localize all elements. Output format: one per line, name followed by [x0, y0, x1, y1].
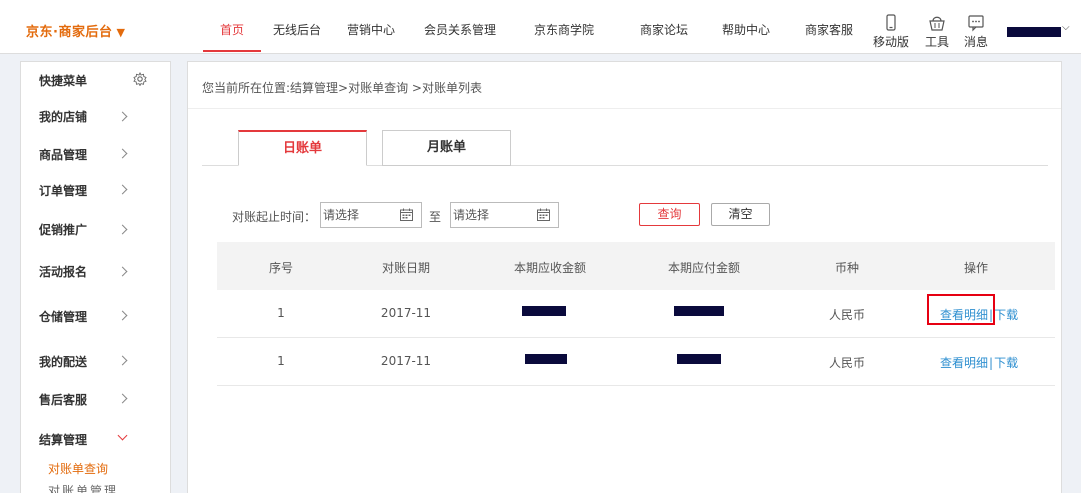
tab-daily-statement[interactable]: 日账单 — [238, 130, 367, 166]
basket-icon — [929, 16, 945, 31]
query-button[interactable]: 查询 — [639, 203, 700, 226]
cell-date: 2017-11 — [380, 306, 432, 320]
cell-actions: 查看明细|下载 — [940, 354, 1018, 371]
nav-service[interactable]: 商家客服 — [805, 21, 853, 38]
end-date-input[interactable]: 请选择 — [450, 202, 559, 228]
nav-member[interactable]: 会员关系管理 — [424, 21, 496, 38]
view-detail-link[interactable]: 查看明细 — [940, 356, 988, 370]
mobile-icon — [886, 14, 896, 31]
highlight-annotation — [927, 294, 995, 325]
table-header: 序号 对账日期 本期应收金额 本期应付金额 币种 操作 — [217, 242, 1055, 290]
tool-tools-label: 工具 — [924, 35, 949, 49]
cell-payable-redacted — [674, 306, 724, 316]
end-date-placeholder: 请选择 — [453, 208, 490, 222]
nav-forum[interactable]: 商家论坛 — [640, 21, 688, 38]
col-receivable: 本期应收金额 — [513, 261, 587, 275]
sidebar-subitem-statement-query[interactable]: 对账单查询 — [48, 460, 108, 477]
gear-icon[interactable] — [133, 72, 147, 86]
top-bar: 京东·商家后台 ▼ 首页 无线后台 营销中心 会员关系管理 京东商学院 商家论坛 … — [0, 0, 1081, 54]
table-row: 1 2017-11 人民币 查看明细|下载 — [217, 338, 1055, 386]
tool-messages-label: 消息 — [963, 35, 988, 49]
chevron-right-icon — [117, 184, 128, 195]
calendar-icon[interactable] — [537, 208, 550, 221]
chat-icon — [968, 15, 984, 32]
tool-mobile-label: 移动版 — [872, 35, 909, 49]
nav-home[interactable]: 首页 — [220, 21, 244, 38]
sidebar-item-orders[interactable]: 订单管理 — [39, 182, 87, 199]
date-range-label: 对账起止时间： — [232, 210, 317, 224]
cell-receivable-redacted — [522, 306, 566, 316]
cell-currency: 人民币 — [828, 356, 866, 370]
tool-messages[interactable]: 消息 — [956, 14, 996, 50]
download-link[interactable]: 下载 — [994, 356, 1018, 370]
download-link[interactable]: 下载 — [994, 308, 1018, 322]
chevron-right-icon — [117, 310, 128, 321]
cell-index: 1 — [277, 354, 285, 368]
cell-currency: 人民币 — [828, 308, 866, 322]
cell-payable-redacted — [677, 354, 721, 364]
sidebar-item-store[interactable]: 我的店铺 — [39, 108, 87, 125]
cell-date: 2017-11 — [380, 354, 432, 368]
nav-wireless[interactable]: 无线后台 — [273, 21, 321, 38]
sidebar-item-delivery[interactable]: 我的配送 — [39, 353, 87, 370]
sidebar-item-warehouse[interactable]: 仓储管理 — [39, 308, 87, 325]
clear-button[interactable]: 清空 — [711, 203, 770, 226]
breadcrumb: 您当前所在位置:结算管理>对账单查询 >对账单列表 — [202, 81, 482, 95]
brand-label: 京东·商家后台 — [26, 25, 113, 40]
nav-help[interactable]: 帮助中心 — [722, 21, 770, 38]
main-panel: 您当前所在位置:结算管理>对账单查询 >对账单列表 日账单 月账单 对账起止时间… — [187, 61, 1062, 493]
start-date-input[interactable]: 请选择 — [320, 202, 422, 228]
chevron-right-icon — [117, 148, 128, 159]
calendar-icon[interactable] — [400, 208, 413, 221]
col-payable: 本期应付金额 — [667, 261, 741, 275]
col-index: 序号 — [268, 261, 294, 275]
sidebar-item-products[interactable]: 商品管理 — [39, 146, 87, 163]
chevron-right-icon — [117, 393, 128, 404]
tool-tools[interactable]: 工具 — [917, 14, 957, 50]
chevron-right-icon — [117, 266, 128, 277]
start-date-placeholder: 请选择 — [323, 208, 360, 222]
col-actions: 操作 — [963, 261, 989, 275]
divider — [188, 108, 1061, 109]
account-caret-icon[interactable]: ⌵ — [1062, 22, 1070, 33]
cell-index: 1 — [277, 306, 285, 320]
nav-academy[interactable]: 京东商学院 — [534, 21, 594, 38]
action-separator: | — [989, 356, 994, 370]
sidebar-item-shortcuts[interactable]: 快捷菜单 — [39, 72, 87, 89]
sidebar-subitem-next-label: 对账单管理 — [48, 484, 118, 493]
chevron-right-icon — [117, 111, 128, 122]
sidebar-item-aftersales[interactable]: 售后客服 — [39, 391, 87, 408]
chevron-right-icon — [117, 355, 128, 366]
sidebar: 快捷菜单 我的店铺 商品管理 订单管理 促销推广 活动报名 仓储管理 我的配送 … — [20, 61, 171, 493]
sidebar-item-settlement[interactable]: 结算管理 — [39, 431, 87, 448]
nav-active-indicator — [203, 50, 261, 52]
account-name-redacted[interactable] — [1007, 27, 1061, 37]
sidebar-item-events[interactable]: 活动报名 — [39, 263, 87, 280]
cell-receivable-redacted — [525, 354, 567, 364]
tool-mobile[interactable]: 移动版 — [871, 14, 911, 50]
col-currency: 币种 — [834, 261, 860, 275]
brand-caret-icon: ▼ — [116, 26, 126, 39]
chevron-down-icon — [117, 430, 128, 441]
col-date: 对账日期 — [381, 261, 431, 275]
nav-marketing[interactable]: 营销中心 — [347, 21, 395, 38]
sidebar-subitem-next[interactable]: 对账单管理 — [48, 482, 118, 493]
tab-monthly-statement[interactable]: 月账单 — [382, 130, 511, 166]
sidebar-item-promotion[interactable]: 促销推广 — [39, 221, 87, 238]
brand-menu[interactable]: 京东·商家后台 ▼ — [26, 21, 125, 40]
chevron-right-icon — [117, 224, 128, 235]
date-range-separator: 至 — [429, 210, 442, 224]
